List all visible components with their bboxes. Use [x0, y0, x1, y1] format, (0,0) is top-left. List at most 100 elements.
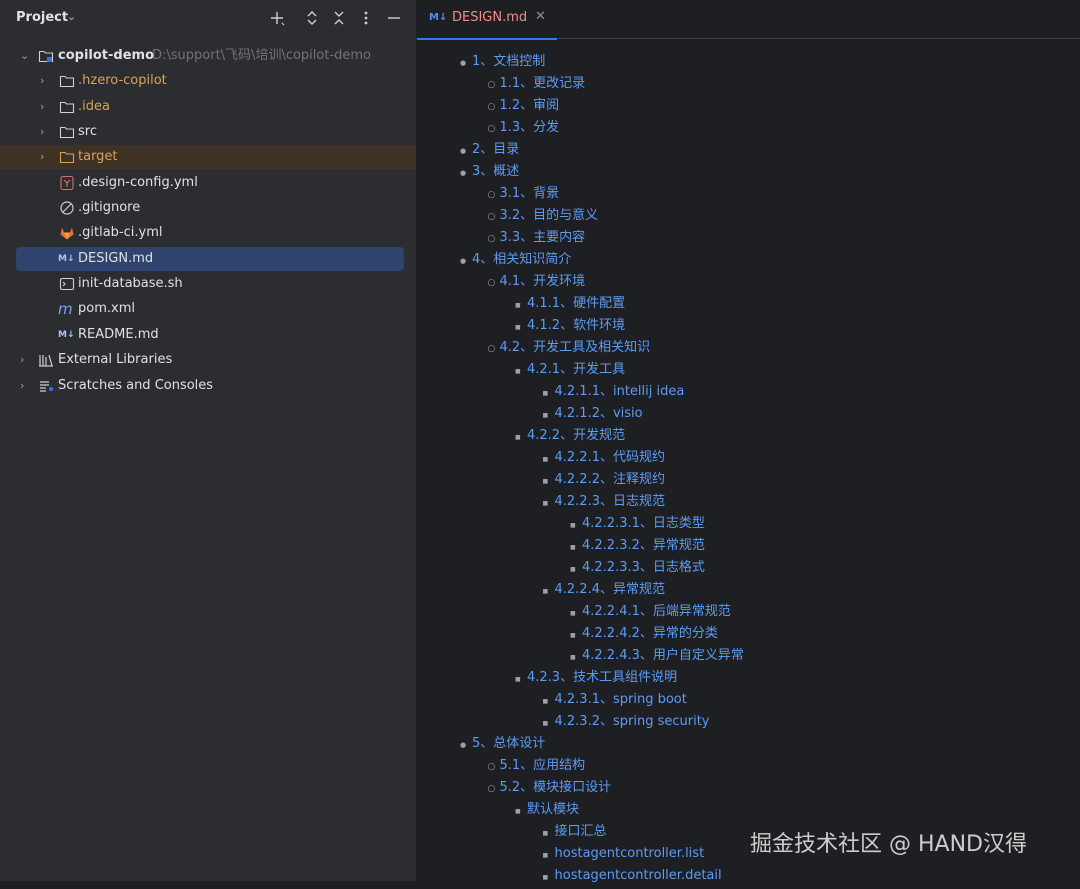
bullet-icon [488, 271, 496, 294]
toc-link-text: 4.2.3、技术工具组件说明 [527, 670, 678, 685]
gitignore-file-icon [59, 200, 75, 216]
chevron-down-icon[interactable]: ⌄ [67, 10, 76, 23]
tree-row-target[interactable]: › target [0, 145, 416, 169]
tree-row-label: .gitignore [78, 200, 141, 215]
toc-link-text: 1.2、审阅 [499, 98, 560, 113]
bullet-icon [488, 73, 496, 96]
toc-link-text: 4.2.2.3.3、日志格式 [582, 560, 705, 575]
bullet-icon [488, 183, 496, 206]
bullet-icon [543, 469, 549, 493]
bullet-icon [515, 293, 521, 317]
bullet-icon [543, 711, 549, 735]
tree-row-design-config[interactable]: .design-config.yml [16, 171, 404, 195]
toc-link-text: 4.2.2.3.2、异常规范 [582, 538, 705, 553]
expand-all-icon[interactable] [300, 6, 324, 30]
chevron-down-icon[interactable]: ⌄ [20, 44, 32, 68]
excluded-folder-icon [59, 149, 75, 165]
bullet-icon [570, 535, 576, 559]
toc-link-text: hostagentcontroller.detail [554, 868, 722, 883]
folder-icon [59, 99, 75, 115]
tree-row-idea[interactable]: › .idea [16, 95, 404, 119]
tree-row-src[interactable]: › src [16, 120, 404, 144]
scratches-icon [38, 378, 54, 394]
chevron-right-icon[interactable]: › [40, 120, 52, 144]
chevron-right-icon[interactable]: › [40, 145, 52, 169]
toc-link-text: 4.2、开发工具及相关知识 [499, 340, 651, 355]
toc-link-text: 4.2.3.1、spring boot [554, 692, 687, 707]
tree-row-pom[interactable]: m pom.xml [16, 297, 404, 321]
toc-link-text: 1.1、更改记录 [499, 76, 586, 91]
toc-link-text: 3.2、目的与意义 [499, 208, 599, 223]
toc-link-text: 4.2.2、开发规范 [527, 428, 626, 443]
bullet-icon [515, 359, 521, 383]
tree-row-label: target [78, 149, 118, 164]
toc-link-text: 4.1、开发环境 [499, 274, 586, 289]
bullet-icon [488, 205, 496, 228]
tab-label: DESIGN.md [452, 10, 528, 25]
tab-design-md[interactable]: M↓ DESIGN.md ✕ [417, 0, 557, 40]
bullet-icon [488, 95, 496, 118]
tree-row-gitlab-ci[interactable]: .gitlab-ci.yml [16, 221, 404, 245]
close-icon[interactable]: ✕ [535, 9, 546, 24]
toc-link-text: 4.2.2.3.1、日志类型 [582, 516, 705, 531]
tree-row-design-md[interactable]: M↓ DESIGN.md [16, 247, 404, 271]
tree-row-label: Scratches and Consoles [58, 378, 214, 393]
toc-link-text: 4.1.2、软件环境 [527, 318, 626, 333]
bullet-icon [488, 777, 496, 800]
yaml-file-icon [59, 175, 75, 191]
project-title[interactable]: Project [16, 10, 68, 25]
hide-panel-icon[interactable] [382, 6, 406, 30]
bullet-icon [543, 381, 549, 405]
tree-row-label: DESIGN.md [78, 251, 154, 266]
bullet-icon [488, 227, 496, 250]
tree-row-label: init-database.sh [78, 276, 183, 291]
tree-row-label: .hzero-copilot [78, 73, 167, 88]
tree-row-label: External Libraries [58, 352, 173, 367]
markdown-file-icon: M↓ [58, 254, 75, 264]
collapse-all-icon[interactable] [327, 6, 351, 30]
tree-row-copilot-demo[interactable]: ⌄ copilot-demo D:\support\飞码\培训\copilot-… [16, 44, 404, 68]
bullet-icon [460, 733, 466, 756]
toc-link-text: 4.2.3.2、spring security [554, 714, 710, 729]
bullet-icon [543, 403, 549, 427]
module-folder-icon [38, 48, 54, 64]
tree-row-gitignore[interactable]: .gitignore [16, 196, 404, 220]
add-icon[interactable] [265, 6, 289, 30]
bullet-icon [488, 337, 496, 360]
bullet-icon [570, 645, 576, 669]
toc-link-text: 默认模块 [527, 802, 580, 817]
tree-row-init-database[interactable]: init-database.sh [16, 272, 404, 296]
bullet-icon [515, 667, 521, 691]
tree-row-label: pom.xml [78, 301, 135, 316]
toc-link-text: 5.2、模块接口设计 [499, 780, 612, 795]
toc-link-text: 3、概述 [472, 164, 520, 179]
bullet-icon [543, 821, 549, 845]
folder-icon [59, 124, 75, 140]
chevron-right-icon[interactable]: › [20, 348, 32, 372]
toc-link-text: 4.2.1、开发工具 [527, 362, 626, 377]
gitlab-icon [59, 225, 75, 241]
bullet-icon [543, 491, 549, 515]
chevron-right-icon[interactable]: › [20, 374, 32, 398]
bullet-icon [460, 139, 466, 162]
tree-row-hzero-copilot[interactable]: › .hzero-copilot [16, 69, 404, 93]
more-options-icon[interactable] [354, 6, 378, 30]
toc-link-text: 4.2.1.1、intellij idea [554, 384, 685, 399]
bullet-icon [488, 755, 496, 778]
toc-link-text: 1、文档控制 [472, 54, 546, 69]
chevron-right-icon[interactable]: › [40, 69, 52, 93]
bullet-icon [515, 799, 521, 823]
folder-icon [59, 73, 75, 89]
project-tool-window: Project ⌄ ⌄ copilot-demo D:\support\飞码\培… [0, 0, 417, 881]
bullet-icon [543, 689, 549, 713]
toc-link-text: 4.2.2.4、异常规范 [554, 582, 665, 597]
chevron-right-icon[interactable]: › [40, 95, 52, 119]
tree-row-label: .gitlab-ci.yml [78, 225, 163, 240]
toc-link-text: 接口汇总 [554, 824, 607, 839]
tree-row-external-libraries[interactable]: › External Libraries [16, 348, 404, 372]
tree-row-readme[interactable]: M↓ README.md [16, 323, 404, 347]
tree-row-scratches[interactable]: › Scratches and Consoles [16, 374, 404, 398]
watermark: 掘金技术社区 @ HAND汉得 [750, 832, 1027, 857]
toc-link-text: 4、相关知识简介 [472, 252, 572, 267]
tree-row-label: src [78, 124, 97, 139]
